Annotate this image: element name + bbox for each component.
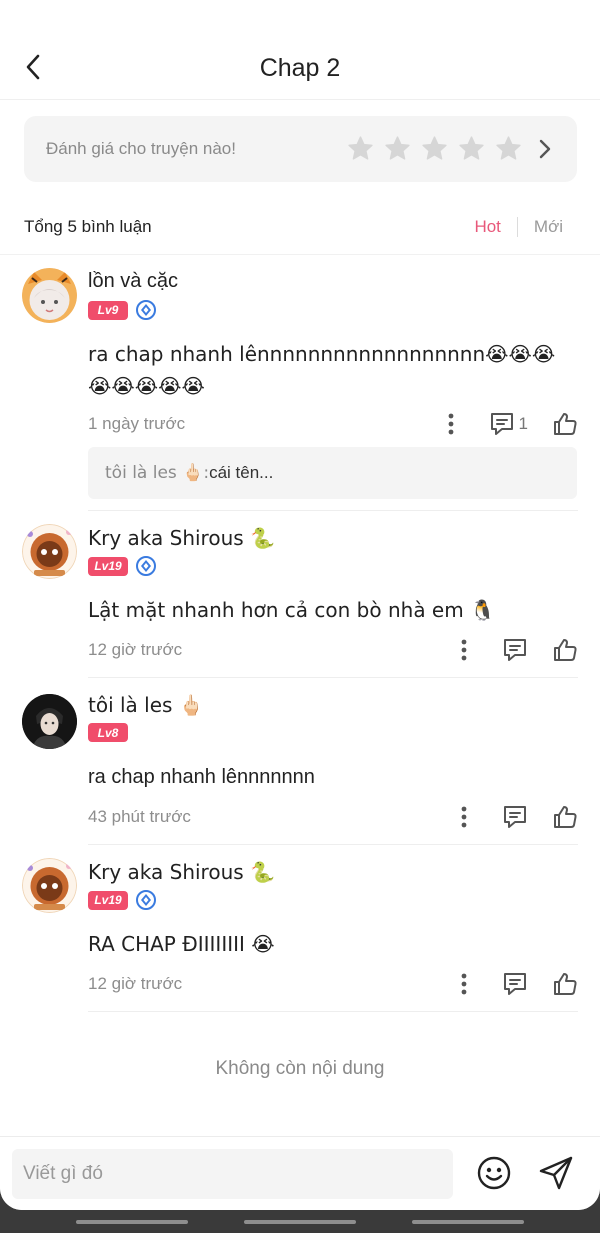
star-icon[interactable] (346, 135, 375, 163)
comment-time: 43 phút trước (88, 807, 191, 826)
comment-username[interactable]: Kry aka Shirous 🐍 (88, 526, 275, 550)
more-vertical-icon (461, 806, 467, 828)
user-badges: Lv19 (88, 556, 156, 576)
verified-icon (136, 300, 156, 320)
more-vertical-icon (461, 639, 467, 661)
page-title: Chap 2 (259, 54, 341, 82)
avatar[interactable] (22, 858, 77, 913)
reply-preview[interactable]: tôi là les 🖕🏻: cái tên... (88, 447, 577, 499)
comment-actions: 12 giờ trước (88, 969, 578, 999)
emoji-button[interactable] (476, 1155, 512, 1191)
reply-button[interactable]: 1 (489, 411, 528, 437)
star-icon[interactable] (420, 135, 449, 163)
reply-text: cái tên... (209, 463, 274, 482)
comment-username[interactable]: lồn và cặc (88, 270, 178, 293)
comment-actions: 43 phút trước (88, 802, 578, 832)
nav-bar-handle[interactable] (76, 1220, 188, 1224)
nav-bar-handle[interactable] (412, 1220, 524, 1224)
comments-header: Tổng 5 bình luận Hot Mới (24, 214, 577, 240)
send-icon (539, 1156, 573, 1190)
star-rating[interactable] (346, 135, 523, 163)
avatar[interactable] (22, 694, 77, 749)
user-badges: Lv9 (88, 300, 156, 320)
smiley-icon (477, 1156, 511, 1190)
verified-icon (136, 556, 156, 576)
end-of-list-text: Không còn nội dung (215, 1058, 385, 1079)
like-button[interactable] (552, 637, 578, 663)
comments-sheet: Chap 2 Đánh giá cho truyện nào! Tổng 5 b… (0, 0, 600, 1210)
nav-bar-handle[interactable] (244, 1220, 356, 1224)
send-button[interactable] (538, 1155, 574, 1191)
more-button[interactable] (452, 969, 476, 999)
comment-actions: 12 giờ trước (88, 635, 578, 665)
reply-button[interactable] (502, 637, 528, 663)
comment-text: ra chap nhanh lênnnnnnn (88, 766, 315, 788)
level-badge: Lv9 (88, 300, 128, 320)
thumbs-up-icon (554, 806, 577, 828)
like-button[interactable] (552, 411, 578, 437)
level-badge: Lv19 (88, 556, 128, 576)
comment-time: 12 giờ trước (88, 640, 183, 659)
comment-input[interactable] (12, 1149, 453, 1199)
like-button[interactable] (552, 804, 578, 830)
divider (88, 1011, 578, 1012)
chevron-right-icon (539, 139, 551, 159)
star-icon[interactable] (457, 135, 486, 163)
comment-actions: 1 ngày trước 1 (88, 409, 578, 439)
more-vertical-icon (448, 413, 453, 435)
thumbs-up-icon (554, 413, 577, 435)
comment-icon (504, 639, 526, 661)
sort-hot-tab[interactable]: Hot (474, 217, 500, 237)
divider (0, 254, 600, 255)
comment-time: 1 ngày trước (88, 414, 186, 433)
thumbs-up-icon (554, 973, 577, 995)
divider (88, 844, 578, 845)
comment-icon (490, 413, 513, 435)
comment-total: Tổng 5 bình luận (24, 217, 152, 236)
star-icon[interactable] (494, 135, 523, 163)
like-button[interactable] (552, 971, 578, 997)
comment-username[interactable]: tôi là les 🖕🏻 (88, 693, 204, 717)
comment-icon (504, 806, 526, 828)
comment-username[interactable]: Kry aka Shirous 🐍 (88, 860, 275, 884)
divider (88, 510, 578, 511)
level-badge: Lv19 (88, 890, 128, 910)
more-button[interactable] (452, 802, 476, 832)
reply-count: 1 (518, 414, 528, 433)
verified-icon (136, 890, 156, 910)
more-button[interactable] (439, 409, 463, 439)
comment-text: RA CHAP ĐIIIIIIII 😭 (88, 932, 275, 956)
comment-time: 12 giờ trước (88, 974, 183, 993)
comment-icon (504, 973, 526, 995)
rating-box[interactable]: Đánh giá cho truyện nào! (24, 116, 577, 182)
divider (88, 677, 578, 678)
reply-button[interactable] (502, 971, 528, 997)
more-vertical-icon (461, 973, 467, 995)
user-badges: Lv8 (88, 723, 128, 742)
reply-button[interactable] (502, 804, 528, 830)
rating-prompt: Đánh giá cho truyện nào! (46, 139, 236, 158)
avatar[interactable] (22, 524, 77, 579)
comment-composer (0, 1136, 600, 1210)
reply-author: tôi là les 🖕🏻: (105, 463, 210, 483)
thumbs-up-icon (554, 639, 577, 661)
sort-new-tab[interactable]: Mới (534, 217, 563, 237)
user-badges: Lv19 (88, 890, 156, 910)
comment-text: Lật mặt nhanh hơn cả con bò nhà em 🐧 (88, 598, 495, 622)
avatar[interactable] (22, 268, 77, 323)
divider (516, 217, 518, 237)
header: Chap 2 (0, 0, 600, 100)
comment-text: ra chap nhanh lênnnnnnnnnnnnnnnnnn😭😭😭😭😭😭… (88, 342, 556, 398)
level-badge: Lv8 (88, 723, 128, 742)
star-icon[interactable] (383, 135, 412, 163)
more-button[interactable] (452, 635, 476, 665)
